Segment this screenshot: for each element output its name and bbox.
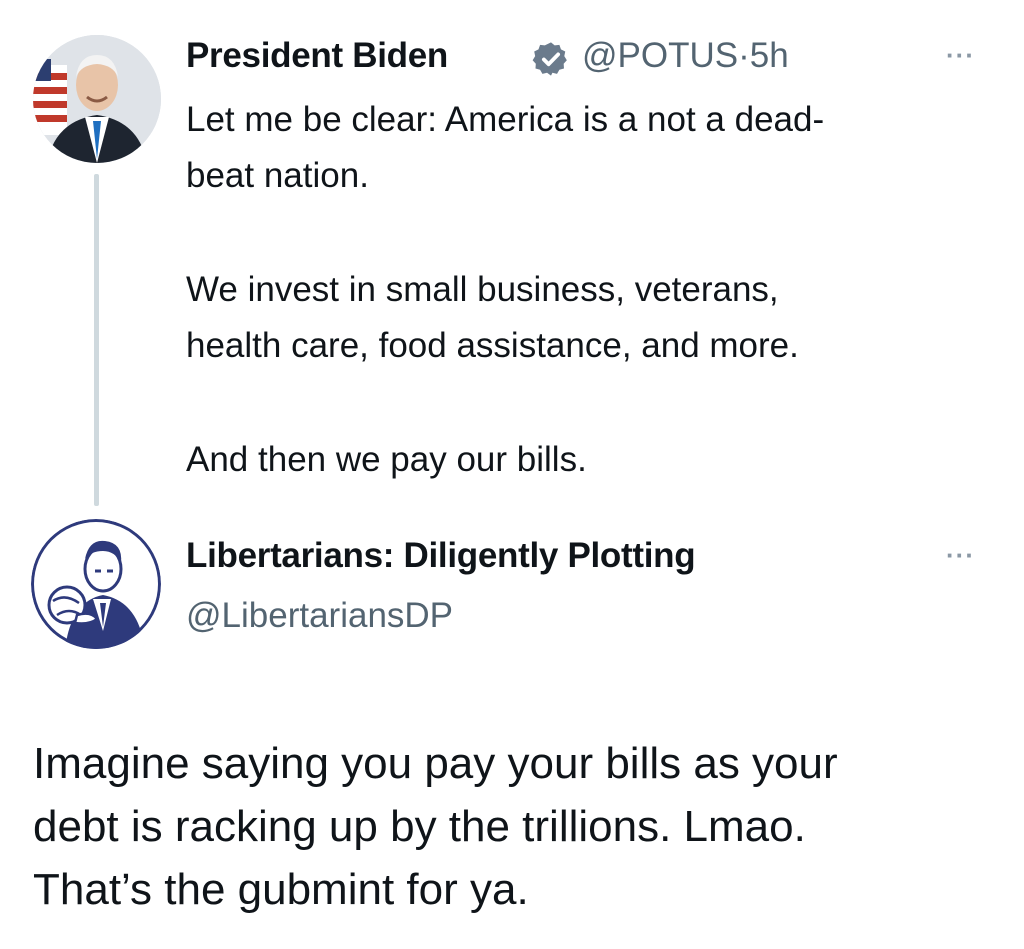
reply-text: Imagine saying you pay your bills as you… [33,739,838,914]
reply-author-name[interactable]: Libertarians: Diligently Plotting [186,536,696,576]
reply-author-handle[interactable]: @LibertariansDP [186,596,453,636]
avatar-potus[interactable] [33,35,161,163]
more-options-icon[interactable]: ··· [946,42,975,68]
tweet-paragraph: And then we pay our bills. [186,440,587,479]
tweet-paragraph: We invest in small business, veterans, h… [186,270,799,365]
president-portrait-icon [33,35,161,163]
retro-man-illustration-icon [31,519,161,649]
author-handle-and-time[interactable]: @POTUS·5h [582,36,789,76]
reply-more-options-icon[interactable]: ··· [946,542,975,568]
author-name[interactable]: President Biden [186,36,448,76]
dot-separator: · [738,36,750,75]
avatar-libertarians[interactable] [31,519,161,649]
tweet-paragraph: Let me be clear: America is a not a dead… [186,100,825,195]
verified-badge-icon [532,42,567,76]
author-handle[interactable]: @POTUS [582,36,738,75]
timestamp[interactable]: 5h [750,36,789,75]
thread-connector-line [94,174,99,506]
